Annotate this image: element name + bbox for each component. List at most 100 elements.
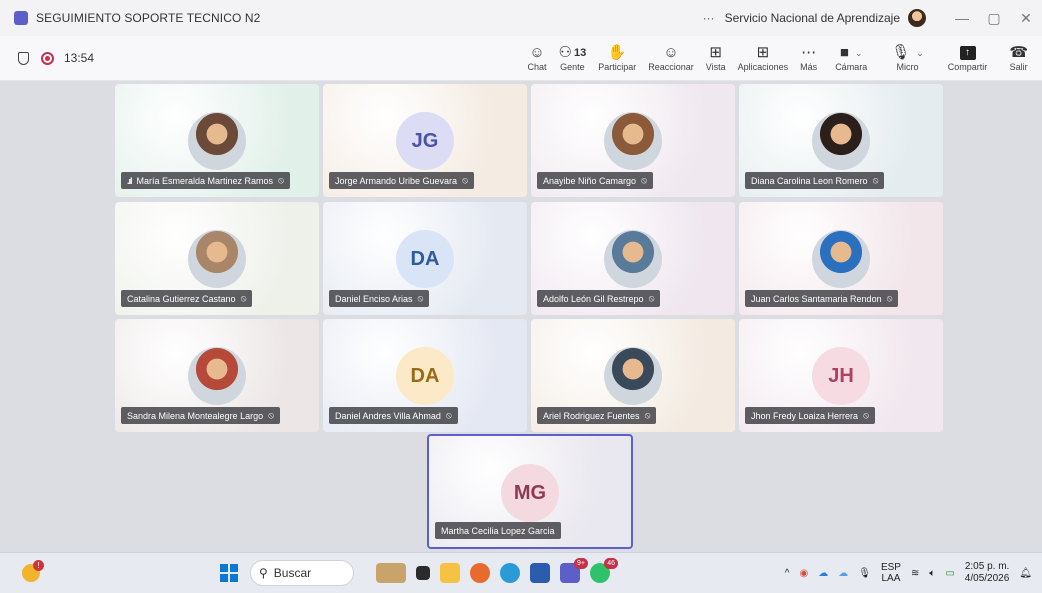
mic-off-icon: 🎙︎ ⌄ xyxy=(891,44,924,61)
people-label: Gente xyxy=(560,62,585,72)
participant-tile[interactable]: Catalina Gutierrez Castano ⦸ xyxy=(115,202,319,315)
participant-photo xyxy=(604,230,662,288)
participant-initials: JG xyxy=(396,112,454,170)
mic-off-icon: ⦸ xyxy=(268,410,274,420)
copilot-icon[interactable] xyxy=(22,560,44,582)
participant-name: María Esmeralda Martinez Ramos xyxy=(136,175,274,186)
whatsapp-icon[interactable]: 46 xyxy=(590,558,618,583)
participant-initials: DA xyxy=(396,347,454,405)
shield-icon[interactable] xyxy=(18,51,29,65)
system-tray: ^ ◉ ☁ ☁ 🎙︎ ESP LAA ≋ 🔈︎ ▭ 2:05 p. m. 4/0… xyxy=(785,561,1032,585)
camera-button[interactable]: ■ ⌄ Cámara xyxy=(823,36,879,80)
participant-tile[interactable]: DA Daniel Enciso Arias ⦸ xyxy=(323,202,527,315)
react-button[interactable]: ☺ Reaccionar xyxy=(642,36,700,80)
language-indicator[interactable]: ESP LAA xyxy=(881,562,901,584)
leave-button[interactable]: ☎ Salir xyxy=(999,36,1042,80)
mic-muted-icon[interactable]: 🎙︎ xyxy=(858,568,871,579)
start-icon[interactable] xyxy=(220,564,238,582)
participant-name-label: Daniel Enciso Arias ⦸ xyxy=(329,290,430,307)
camera-label: Cámara xyxy=(835,62,868,72)
mic-off-icon: ⦸ xyxy=(462,175,468,185)
battery-icon[interactable]: ▭ xyxy=(945,568,954,579)
participant-tile[interactable]: Adolfo León Gil Restrepo ⦸ xyxy=(531,202,735,315)
edge-icon[interactable] xyxy=(500,563,520,583)
participant-tile[interactable]: Sandra Milena Montealegre Largo ⦸ xyxy=(115,319,319,432)
view-button[interactable]: ⊞ Vista xyxy=(700,36,732,80)
participant-tile[interactable]: DA Daniel Andres Villa Ahmad ⦸ xyxy=(323,319,527,432)
share-label: Compartir xyxy=(947,62,988,72)
more-button[interactable]: ⋯ Más xyxy=(794,36,823,80)
account-avatar[interactable] xyxy=(908,9,926,27)
firefox-icon[interactable] xyxy=(470,563,490,583)
onedrive-icon[interactable]: ☁ xyxy=(838,568,848,579)
teams-icon[interactable]: 9+ xyxy=(560,558,588,583)
participant-name: Sandra Milena Montealegre Largo xyxy=(127,410,264,421)
taskbar-apps: 9+ 46 xyxy=(376,558,618,583)
teams-badge: 9+ xyxy=(574,558,588,569)
participant-photo xyxy=(604,347,662,405)
cloud-icon[interactable]: ☁ xyxy=(818,568,828,579)
raise-hand-button[interactable]: ✋ Participar xyxy=(592,36,642,80)
participant-name: Juan Carlos Santamaria Rendon xyxy=(751,293,882,304)
widgets-icon[interactable] xyxy=(376,563,406,583)
participant-photo xyxy=(188,112,246,170)
mic-off-icon: ⦸ xyxy=(863,410,869,420)
participant-photo xyxy=(604,112,662,170)
participant-tile[interactable]: Juan Carlos Santamaria Rendon ⦸ xyxy=(739,202,943,315)
participant-tile[interactable]: .ıl María Esmeralda Martinez Ramos ⦸ xyxy=(115,84,319,197)
mic-off-icon: ⦸ xyxy=(278,175,284,185)
participant-name: Martha Cecilia Lopez Garcia xyxy=(441,525,555,536)
maximize-button[interactable]: ▢ xyxy=(978,10,1010,27)
mic-off-icon: ⦸ xyxy=(417,293,424,303)
people-button[interactable]: ⚇ 13 Gente xyxy=(553,36,593,80)
volume-icon[interactable]: 🔈︎ xyxy=(929,568,935,579)
participant-name: Adolfo León Gil Restrepo xyxy=(543,293,644,304)
search-placeholder: Buscar xyxy=(273,566,312,580)
participant-tile[interactable]: Ariel Rodriguez Fuentes ⦸ xyxy=(531,319,735,432)
minimize-button[interactable]: — xyxy=(946,10,978,26)
participant-initials: JH xyxy=(812,347,870,405)
view-label: Vista xyxy=(705,62,726,72)
wifi-icon[interactable]: ≋ xyxy=(911,568,919,579)
participant-name: Daniel Andres Villa Ahmad xyxy=(335,410,441,421)
whatsapp-badge: 46 xyxy=(604,558,618,569)
more-options-icon[interactable]: ··· xyxy=(703,11,715,25)
search-box[interactable]: ⚲ Buscar xyxy=(250,560,354,586)
notification-icon[interactable]: 🔔︎ xyxy=(1019,568,1032,579)
leave-label: Salir xyxy=(1009,62,1028,72)
meeting-title: SEGUIMIENTO SOPORTE TECNICO N2 xyxy=(36,11,261,25)
chrome-icon[interactable]: ◉ xyxy=(800,568,809,579)
grid-icon: ⊞ xyxy=(709,44,722,61)
chat-button[interactable]: ☺ Chat xyxy=(522,36,553,80)
mic-button[interactable]: 🎙︎ ⌄ Micro xyxy=(879,36,936,80)
share-button[interactable]: ↑ Compartir xyxy=(936,36,1000,80)
apps-button[interactable]: ⊞ Aplicaciones xyxy=(732,36,795,80)
participant-name-label: Anayibe Niño Camargo ⦸ xyxy=(537,172,653,189)
participant-photo xyxy=(812,112,870,170)
participant-photo xyxy=(188,347,246,405)
participant-name-label: Diana Carolina Leon Romero ⦸ xyxy=(745,172,885,189)
more-label: Más xyxy=(800,62,818,72)
close-button[interactable]: ✕ xyxy=(1010,10,1042,27)
teams-logo-icon xyxy=(14,11,28,25)
participant-tile[interactable]: Anayibe Niño Camargo ⦸ xyxy=(531,84,735,197)
participant-name: Jhon Fredy Loaiza Herrera xyxy=(751,410,859,421)
mic-off-icon: ⦸ xyxy=(445,410,452,420)
organization-name: Servicio Nacional de Aprendizaje xyxy=(724,11,900,25)
word-icon[interactable] xyxy=(530,563,550,583)
self-video-tile[interactable]: MG Martha Cecilia Lopez Garcia xyxy=(427,434,633,549)
participant-tile[interactable]: JH Jhon Fredy Loaiza Herrera ⦸ xyxy=(739,319,943,432)
participant-name: Jorge Armando Uribe Guevara xyxy=(335,175,458,186)
mic-off-icon: ⦸ xyxy=(648,293,655,303)
participant-tile[interactable]: JG Jorge Armando Uribe Guevara ⦸ xyxy=(323,84,527,197)
participant-tile[interactable]: Diana Carolina Leon Romero ⦸ xyxy=(739,84,943,197)
hand-icon: ✋ xyxy=(607,44,627,61)
taskview-icon[interactable] xyxy=(416,566,430,580)
participant-name-label: Sandra Milena Montealegre Largo ⦸ xyxy=(121,407,280,424)
chevron-up-icon[interactable]: ^ xyxy=(785,568,790,579)
participant-name: Anayibe Niño Camargo xyxy=(543,175,637,186)
chevron-down-icon[interactable]: ⌄ xyxy=(855,45,863,61)
clock[interactable]: 2:05 p. m. 4/05/2026 xyxy=(965,561,1010,585)
chevron-down-icon[interactable]: ⌄ xyxy=(916,45,924,61)
file-explorer-icon[interactable] xyxy=(440,563,460,583)
